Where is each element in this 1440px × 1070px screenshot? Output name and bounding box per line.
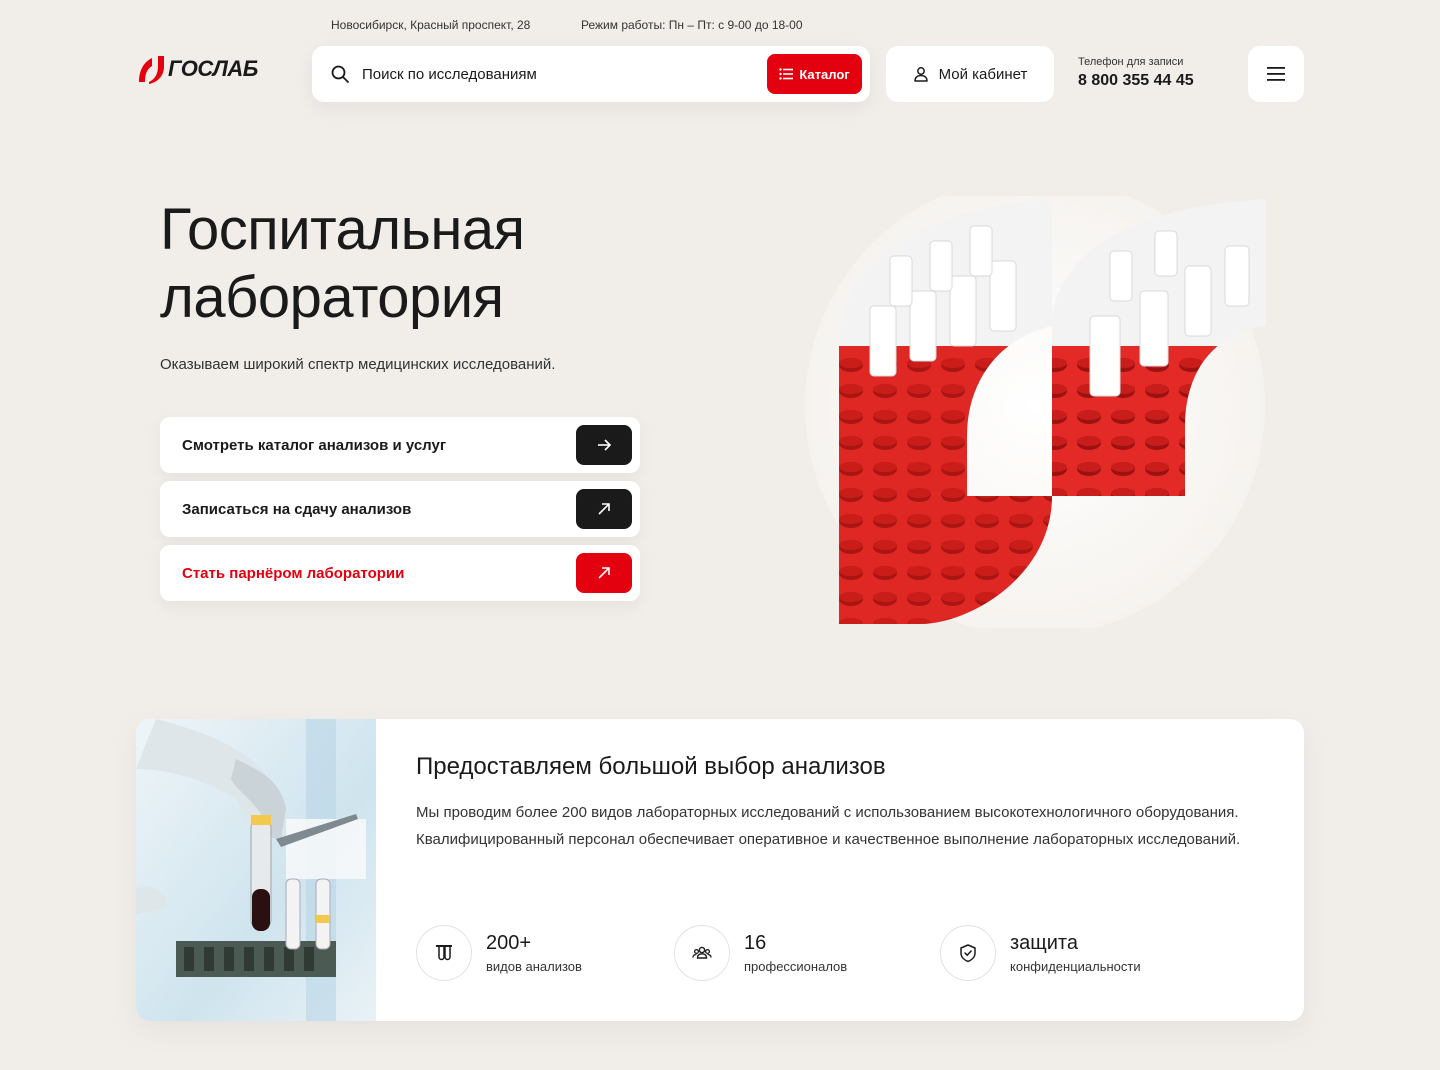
logo[interactable]: ГОСЛАБ [136,52,258,86]
stat-label: профессионалов [744,959,848,974]
arrow-up-right-icon [598,567,610,579]
stat-icon-wrap [940,925,996,981]
menu-button[interactable] [1248,46,1304,102]
arrow-button[interactable] [576,553,632,593]
catalog-button-label: Каталог [799,66,850,82]
arrow-up-right-icon [598,503,610,515]
stat-value: защита [1010,932,1078,954]
phone-label: Телефон для записи [1078,56,1184,68]
arrow-right-icon [598,439,612,451]
stat-value: 16 [744,932,767,954]
stat-label: видов анализов [486,959,582,974]
hero-subtitle: Оказываем широкий спектр медицинских исс… [160,356,556,373]
logo-mark-icon [139,56,164,84]
hero-title: Госпитальная лаборатория [160,196,525,332]
hero-logo-image [805,196,1266,628]
hero-title-line2: лаборатория [160,265,504,330]
hero-title-line1: Госпитальная [160,197,525,262]
search-bar: Каталог [312,46,870,102]
phone-block: Телефон для записи 8 800 355 44 45 [1078,56,1194,90]
stat-item: защита конфиденциальности [940,925,1141,981]
info-card: Предоставляем большой выбор анализов Мы … [136,719,1304,1021]
list-icon [779,68,794,80]
book-tests-button[interactable]: Записаться на сдачу анализов [160,481,640,537]
working-hours-text: Режим работы: Пн – Пт: с 9-00 до 18-00 [581,18,803,32]
lab-photo-image [136,719,376,1021]
people-icon [692,946,712,959]
page: Новосибирск, Красный проспект, 28 Режим … [0,0,1440,1070]
address-text: Новосибирск, Красный проспект, 28 [331,18,531,32]
arrow-button[interactable] [576,489,632,529]
logo-text: ГОСЛАБ [168,56,258,81]
stat-value: 200+ [486,932,532,954]
info-text: Мы проводим более 200 видов лабораторных… [416,804,1241,848]
info-title: Предоставляем большой выбор анализов [416,753,886,780]
search-input[interactable] [362,65,767,83]
my-cabinet-label: Мой кабинет [938,65,1028,83]
hamburger-icon [1267,67,1285,81]
my-cabinet-button[interactable]: Мой кабинет [886,46,1054,102]
user-icon [913,67,928,82]
catalog-button[interactable]: Каталог [767,54,862,94]
search-icon[interactable] [330,64,350,84]
test-tubes-icon [436,945,452,961]
catalog-link-button[interactable]: Смотреть каталог анализов и услуг [160,417,640,473]
action-label: Стать парнёром лаборатории [182,564,405,582]
stat-icon-wrap [416,925,472,981]
phone-number[interactable]: 8 800 355 44 45 [1078,72,1194,90]
action-label: Записаться на сдачу анализов [182,500,412,518]
become-partner-button[interactable]: Стать парнёром лаборатории [160,545,640,601]
stat-icon-wrap [674,925,730,981]
shield-icon [960,944,976,963]
arrow-button[interactable] [576,425,632,465]
stat-item: 200+ видов анализов [416,925,582,981]
stat-label: конфиденциальности [1010,959,1141,974]
stat-item: 16 профессионалов [674,925,847,981]
action-label: Смотреть каталог анализов и услуг [182,436,447,454]
